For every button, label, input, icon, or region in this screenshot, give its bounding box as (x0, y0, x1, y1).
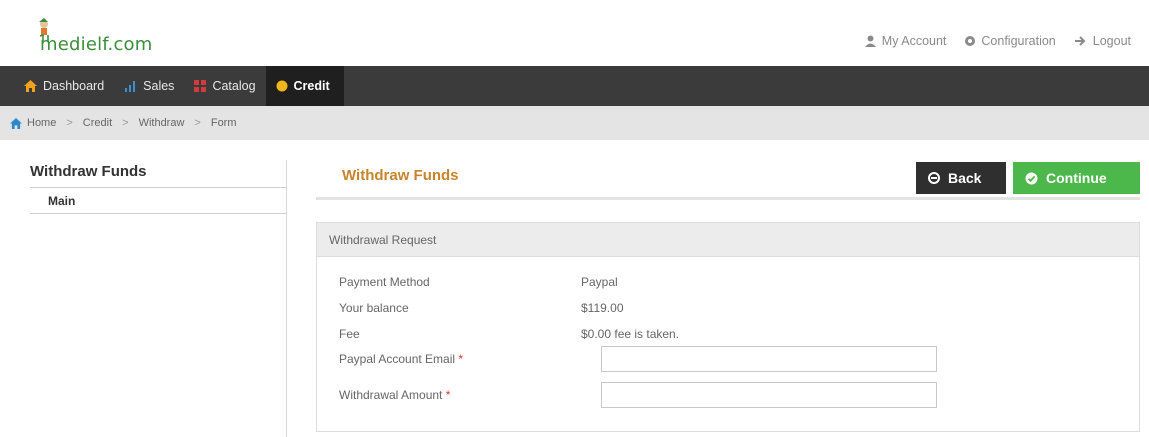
paypal-email-input[interactable] (601, 346, 937, 372)
nav-item-catalog[interactable]: Catalog (184, 66, 265, 106)
field-row-paypal-email: Paypal Account Email * (339, 346, 1119, 380)
breadcrumb-home[interactable]: Home (27, 117, 56, 129)
withdrawal-amount-input[interactable] (601, 382, 937, 408)
app-header: medielf.com My Account Configuration Log… (0, 0, 1149, 66)
nav-item-credit[interactable]: Credit (265, 66, 344, 106)
nav-item-label: Sales (143, 79, 175, 93)
nav-item-label: Credit (293, 79, 330, 93)
field-label: Your balance (339, 301, 409, 315)
nav-item-label: Dashboard (43, 79, 105, 93)
sidebar: Withdraw Funds Main (30, 160, 287, 437)
breadcrumb-separator-icon: > (122, 117, 129, 129)
sidebar-item-main[interactable]: Main (30, 188, 286, 214)
breadcrumb-separator-icon: > (66, 117, 73, 129)
field-label-text: Paypal Account Email (339, 352, 456, 366)
field-value: $0.00 fee is taken. (581, 327, 680, 341)
top-links: My Account Configuration Logout (864, 34, 1131, 48)
sidebar-divider (286, 160, 287, 437)
catalog-icon (194, 80, 207, 92)
field-label: Payment Method (339, 275, 430, 289)
main-content: Withdraw Funds Back Continue Withdrawal … (316, 160, 1140, 432)
field-value: Paypal (581, 275, 618, 289)
nav-item-dashboard[interactable]: Dashboard (14, 66, 114, 106)
breadcrumb-credit[interactable]: Credit (83, 117, 112, 129)
required-marker: * (445, 388, 451, 402)
logo[interactable]: medielf.com (30, 18, 190, 62)
nav-item-label: Catalog (212, 79, 256, 93)
field-label-text: Withdrawal Amount (339, 388, 443, 402)
breadcrumb: Home > Credit > Withdraw > Form (0, 106, 1149, 140)
bar-chart-icon (125, 81, 136, 92)
home-icon (10, 117, 22, 129)
configuration-link[interactable]: Configuration (964, 34, 1056, 48)
credit-icon (276, 80, 288, 92)
my-account-link[interactable]: My Account (864, 34, 947, 48)
back-circle-icon (928, 172, 940, 184)
withdrawal-request-panel: Withdrawal Request Payment Method Paypal… (316, 222, 1140, 432)
back-button-label: Back (948, 170, 982, 186)
required-marker: * (458, 352, 464, 366)
nav-item-sales[interactable]: Sales (114, 66, 184, 106)
breadcrumb-separator-icon: > (194, 117, 201, 129)
continue-button[interactable]: Continue (1013, 162, 1140, 194)
user-icon (864, 35, 876, 47)
logout-label: Logout (1092, 34, 1131, 48)
configuration-label: Configuration (981, 34, 1056, 48)
my-account-label: My Account (881, 34, 947, 48)
page-title: Withdraw Funds (342, 167, 459, 184)
field-label: Withdrawal Amount * (339, 388, 450, 402)
content-header: Withdraw Funds Back Continue (316, 160, 1140, 200)
back-button[interactable]: Back (916, 162, 1006, 194)
field-value: $119.00 (581, 301, 624, 315)
sidebar-title: Withdraw Funds (30, 160, 286, 188)
continue-button-label: Continue (1046, 170, 1107, 186)
breadcrumb-withdraw[interactable]: Withdraw (139, 117, 185, 129)
logout-link[interactable]: Logout (1074, 34, 1131, 48)
logo-text: medielf.com (40, 34, 153, 55)
home-icon (24, 80, 37, 92)
logout-icon (1074, 36, 1086, 46)
field-label: Fee (339, 327, 360, 341)
field-label: Paypal Account Email * (339, 352, 463, 366)
main-navbar: Dashboard Sales Catalog Credit (0, 66, 1149, 106)
breadcrumb-form: Form (210, 117, 237, 129)
gear-icon (965, 36, 976, 46)
panel-title: Withdrawal Request (317, 223, 1139, 257)
check-circle-icon (1025, 172, 1038, 184)
field-row-withdrawal-amount: Withdrawal Amount * (339, 382, 1119, 416)
